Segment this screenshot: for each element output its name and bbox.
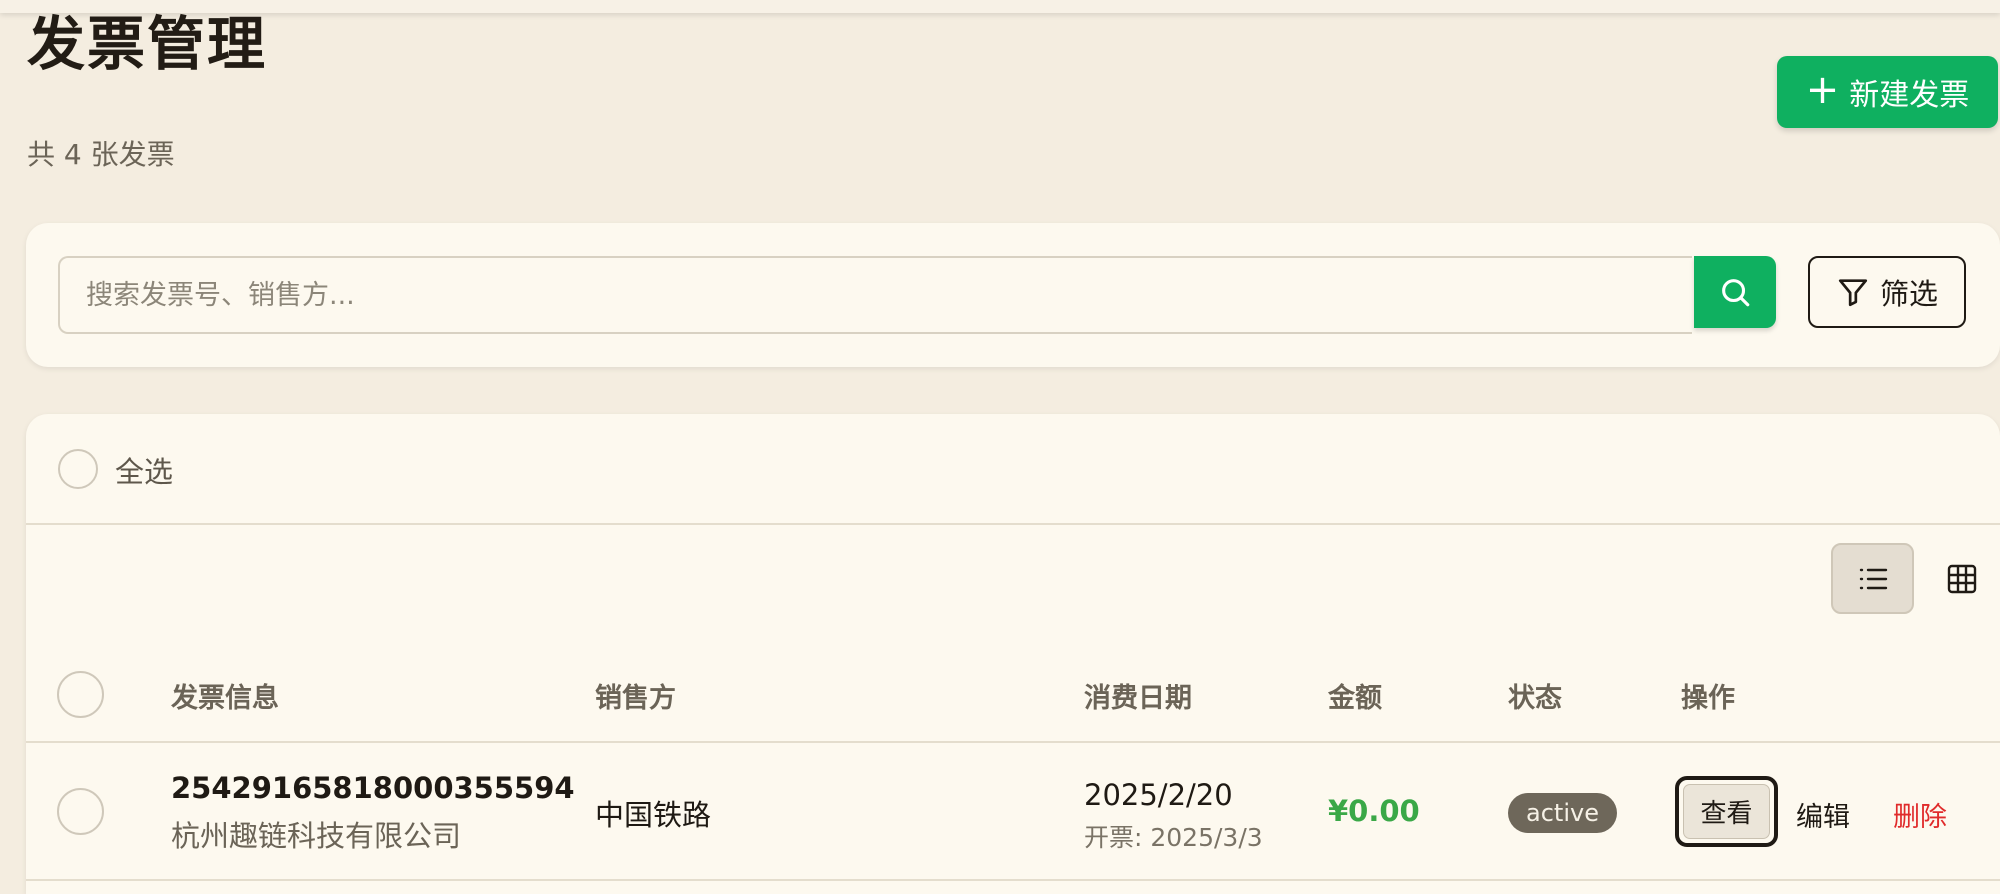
filter-button[interactable]: 筛选 xyxy=(1808,256,1966,328)
page-title: 发票管理 xyxy=(27,10,268,78)
row-select-checkbox[interactable] xyxy=(57,788,104,835)
grid-view-icon xyxy=(1947,564,1977,594)
view-button-label: 查看 xyxy=(1683,784,1770,839)
divider xyxy=(26,879,2000,881)
invoice-issue-date: 开票: 2025/3/3 xyxy=(1084,823,1263,852)
search-button[interactable] xyxy=(1694,256,1776,328)
column-header-seller: 销售方 xyxy=(595,683,676,714)
select-all-checkbox[interactable] xyxy=(58,449,98,489)
column-header-date: 消费日期 xyxy=(1084,683,1192,714)
divider xyxy=(26,523,2000,525)
column-header-actions: 操作 xyxy=(1681,683,1735,714)
column-header-status: 状态 xyxy=(1508,683,1562,714)
grid-view-button[interactable] xyxy=(1935,553,1989,605)
plus-icon: + xyxy=(1805,67,1840,113)
new-invoice-label: 新建发票 xyxy=(1849,78,1970,113)
list-view-button[interactable] xyxy=(1831,543,1914,614)
invoice-date: 2025/2/20 xyxy=(1084,778,1233,812)
header-select-checkbox[interactable] xyxy=(57,671,104,718)
filter-label: 筛选 xyxy=(1879,277,1938,311)
search-icon xyxy=(1718,275,1752,309)
invoice-amount: ¥0.00 xyxy=(1328,794,1420,828)
new-invoice-button[interactable]: + 新建发票 xyxy=(1777,56,1998,128)
top-bar xyxy=(0,0,2000,13)
select-all-label: 全选 xyxy=(115,455,174,489)
delete-button[interactable]: 删除 xyxy=(1893,795,1947,834)
edit-button[interactable]: 编辑 xyxy=(1796,795,1850,834)
divider xyxy=(26,741,2000,743)
filter-icon xyxy=(1836,275,1870,309)
invoice-number: 25429165818000355594 xyxy=(171,771,575,805)
status-badge: active xyxy=(1508,793,1617,833)
invoice-count: 共 4 张发票 xyxy=(27,138,175,171)
view-button[interactable]: 查看 xyxy=(1675,776,1778,847)
list-view-icon xyxy=(1857,565,1889,593)
search-input[interactable] xyxy=(58,256,1692,334)
invoice-seller: 中国铁路 xyxy=(595,798,712,832)
column-header-invoice-info: 发票信息 xyxy=(171,683,279,714)
invoice-company: 杭州趣链科技有限公司 xyxy=(171,819,462,853)
column-header-amount: 金额 xyxy=(1328,683,1382,714)
